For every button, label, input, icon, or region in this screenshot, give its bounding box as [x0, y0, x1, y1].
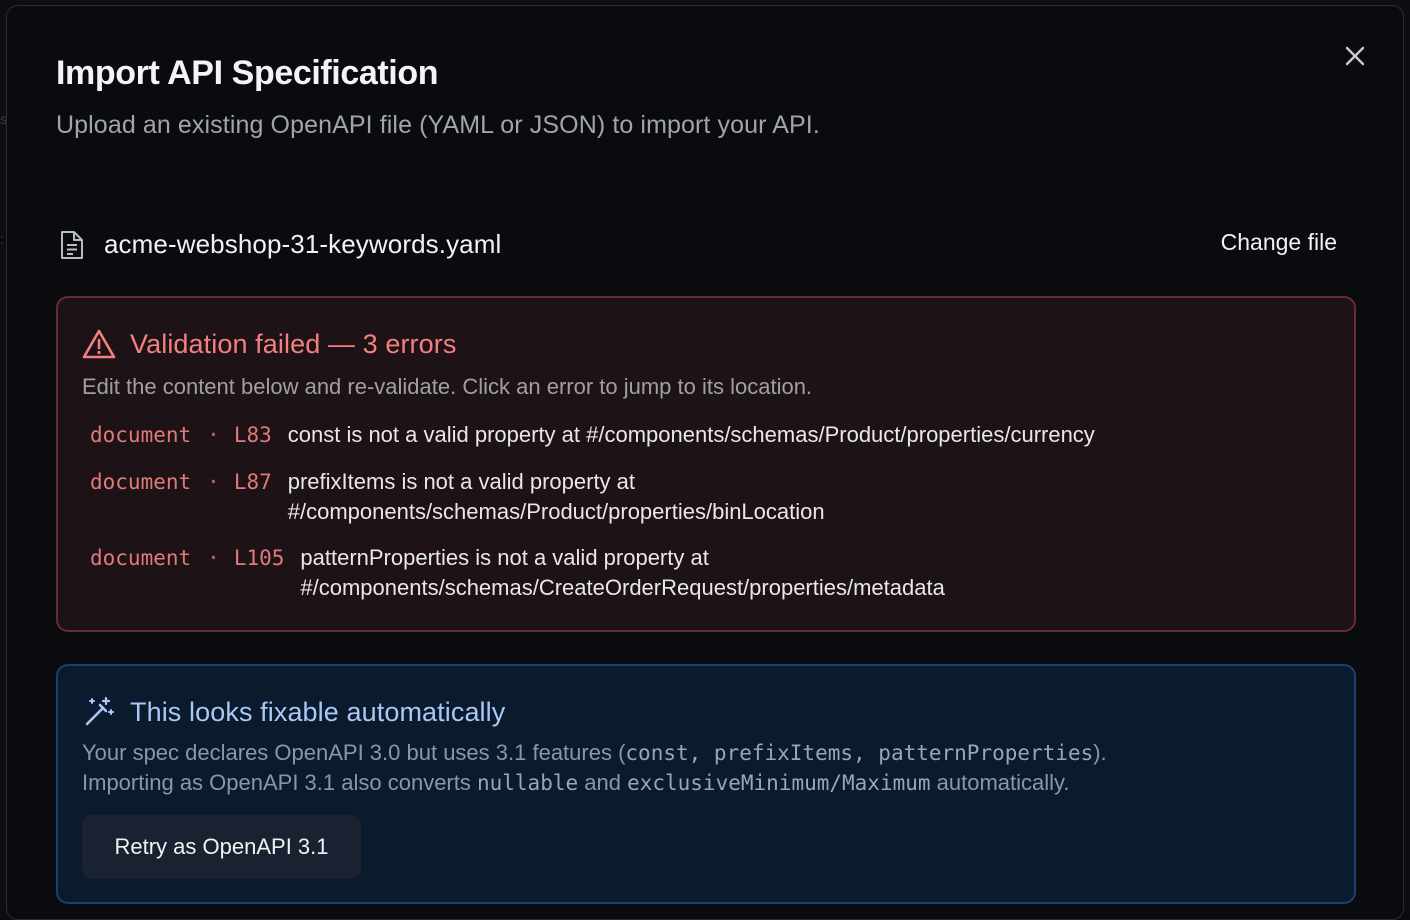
error-message-line: const is not a valid property at #/compo… — [287, 422, 1095, 447]
error-source: document — [90, 546, 192, 570]
text-segment: Your spec declares OpenAPI 3.0 but uses … — [82, 740, 626, 765]
file-text-icon — [61, 231, 83, 259]
file-name: acme-webshop-31-keywords.yaml — [104, 229, 502, 259]
error-source: document — [90, 423, 192, 447]
error-message-line: prefixItems is not a valid property at — [287, 469, 636, 494]
error-message-line: patternProperties is not a valid propert… — [300, 545, 709, 570]
auto-fix-description: Your spec declares OpenAPI 3.0 but uses … — [82, 738, 1332, 798]
error-separator: · — [207, 546, 220, 570]
error-message: prefixItems is not a valid property at #… — [288, 467, 825, 527]
code-segment: patternProperties — [878, 741, 1094, 765]
text-segment: and — [578, 770, 628, 795]
error-message: const is not a valid property at #/compo… — [288, 420, 1095, 450]
error-line: L83 — [233, 423, 272, 447]
error-line: L105 — [233, 546, 285, 570]
validation-error-title: Validation failed — 3 errors — [130, 328, 457, 359]
text-segment: , — [853, 741, 879, 765]
auto-fix-title: This looks fixable automatically — [130, 696, 506, 727]
dialog-subtitle: Upload an existing OpenAPI file (YAML or… — [56, 111, 820, 139]
error-separator: · — [207, 470, 220, 494]
magic-wand-icon — [85, 696, 114, 726]
selected-file-row: acme-webshop-31-keywords.yaml Change fil… — [56, 221, 1356, 271]
close-icon — [1345, 46, 1365, 66]
error-item[interactable]: document · L87 prefixItems is not a vali… — [90, 467, 825, 527]
alert-triangle-icon — [82, 329, 116, 359]
validation-error-panel: Validation failed — 3 errors Edit the co… — [56, 296, 1356, 632]
validation-error-description: Edit the content below and re-validate. … — [82, 374, 813, 399]
import-dialog: Import API Specification Upload an exist… — [6, 5, 1404, 920]
code-segment: exclusiveMinimum/Maximum — [627, 771, 931, 795]
change-file-button[interactable]: Change file — [1221, 229, 1337, 256]
error-separator: · — [207, 423, 220, 447]
retry-openapi-31-button[interactable]: Retry as OpenAPI 3.1 — [82, 815, 361, 879]
auto-fix-line-1: Your spec declares OpenAPI 3.0 but uses … — [82, 738, 1332, 768]
text-segment: , — [688, 741, 714, 765]
dialog-title: Import API Specification — [56, 54, 439, 92]
error-message: patternProperties is not a valid propert… — [300, 543, 944, 603]
error-source: document — [90, 470, 192, 494]
code-segment: const — [625, 741, 689, 765]
error-message-line: #/components/schemas/Product/properties/… — [287, 499, 825, 524]
auto-fix-panel: This looks fixable automatically Your sp… — [56, 664, 1356, 904]
error-item[interactable]: document · L105 patternProperties is not… — [90, 543, 945, 603]
close-button[interactable] — [1341, 42, 1369, 70]
auto-fix-header: This looks fixable automatically — [82, 694, 505, 730]
code-segment: prefixItems — [713, 741, 853, 765]
error-line: L87 — [233, 470, 272, 494]
validation-error-header: Validation failed — 3 errors — [82, 326, 456, 362]
code-segment: nullable — [476, 771, 579, 795]
text-segment: Importing as OpenAPI 3.1 also converts — [82, 770, 477, 795]
auto-fix-line-2: Importing as OpenAPI 3.1 also converts n… — [82, 768, 1332, 798]
error-item[interactable]: document · L83 const is not a valid prop… — [90, 420, 1095, 450]
text-segment: ). — [1093, 740, 1107, 765]
error-message-line: #/components/schemas/CreateOrderRequest/… — [300, 575, 945, 600]
text-segment: automatically. — [930, 770, 1070, 795]
